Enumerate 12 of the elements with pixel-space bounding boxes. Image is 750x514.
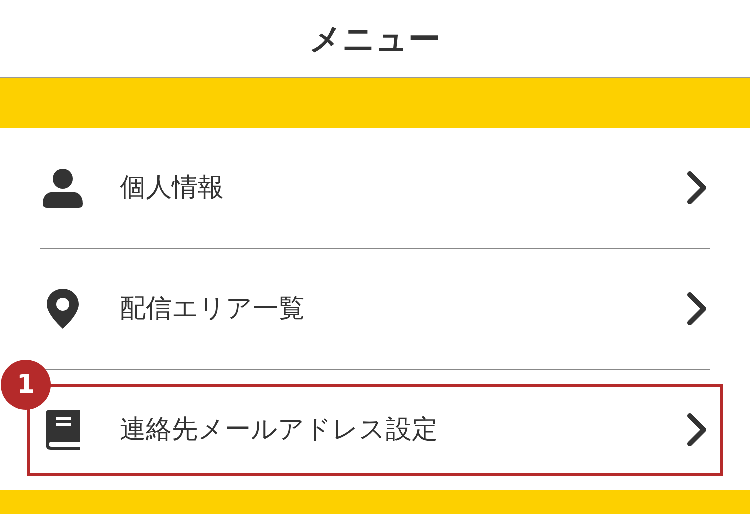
step-badge: 1 xyxy=(1,360,51,410)
menu-item-label: 連絡先メールアドレス設定 xyxy=(120,414,439,446)
menu-item[interactable]: 個人情報 xyxy=(0,128,750,248)
location-pin-icon xyxy=(47,289,79,329)
chevron-right-icon xyxy=(687,292,707,326)
chevron-right-icon xyxy=(687,171,707,205)
menu-item-label: 個人情報 xyxy=(120,172,225,204)
person-icon xyxy=(43,168,83,208)
menu-item-label: 配信エリア一覧 xyxy=(120,292,306,326)
book-icon xyxy=(46,410,80,450)
page-title: メニュー xyxy=(310,18,440,60)
chevron-right-icon xyxy=(687,413,707,447)
